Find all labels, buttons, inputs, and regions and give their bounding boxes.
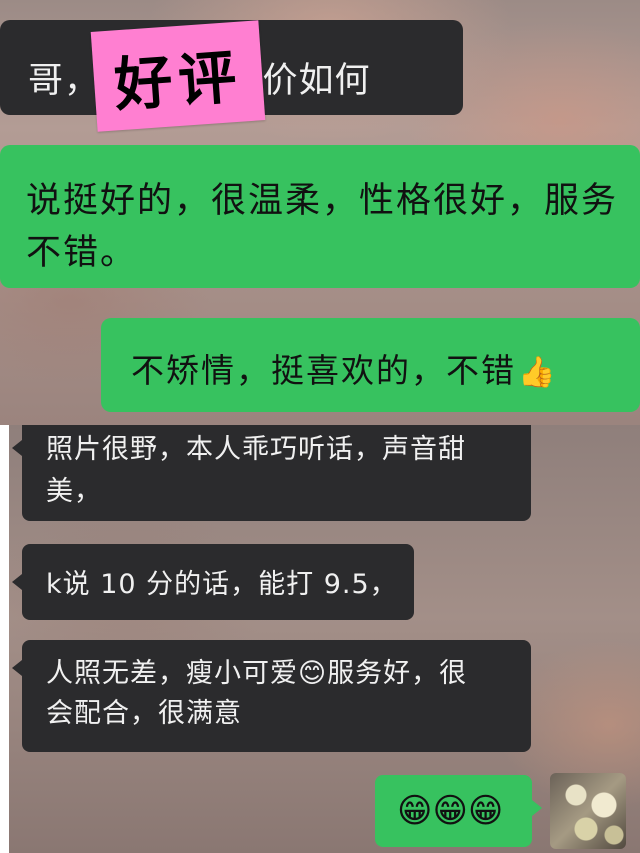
message-text-line: 美， — [46, 476, 102, 507]
thumbs-up-icon: 👍 — [518, 355, 558, 390]
praise-sticker: 好评 — [90, 20, 266, 132]
screenshot-seam — [0, 425, 9, 853]
message-bubble-incoming[interactable]: 照片很野，本人乖巧听话，声音甜 美， — [22, 425, 531, 521]
message-bubble-outgoing[interactable]: 不矫情，挺喜欢的，不错👍 — [101, 318, 640, 412]
bubble-tail — [12, 440, 22, 456]
sticker-label: 好评 — [112, 42, 245, 120]
bubble-tail — [12, 660, 22, 676]
bubble-tail — [532, 800, 542, 816]
message-text: k说 10 分的话，能打 9.5， — [46, 569, 398, 600]
message-text: 说挺好的，很温柔，性格很好，服务不错。 — [26, 181, 619, 273]
avatar[interactable] — [550, 773, 626, 849]
bubble-tail — [12, 574, 22, 590]
grinning-emoji-icons: 😁😁😁 — [397, 791, 504, 831]
message-bubble-outgoing[interactable]: 说挺好的，很温柔，性格很好，服务不错。 — [0, 145, 640, 288]
message-text-line: 会配合，很满意 — [46, 698, 242, 729]
message-text: 不矫情，挺喜欢的，不错 — [131, 351, 516, 390]
message-text-line: 照片很野，本人乖巧听话，声音甜 — [46, 434, 466, 465]
message-bubble-outgoing[interactable]: 😁😁😁 — [375, 775, 532, 847]
message-bubble-incoming[interactable]: 人照无差，瘦小可爱😊服务好，很 会配合，很满意 — [22, 640, 531, 752]
message-bubble-incoming[interactable]: k说 10 分的话，能打 9.5， — [22, 544, 414, 620]
message-text-line: 人照无差，瘦小可爱😊服务好，很 — [46, 658, 468, 689]
